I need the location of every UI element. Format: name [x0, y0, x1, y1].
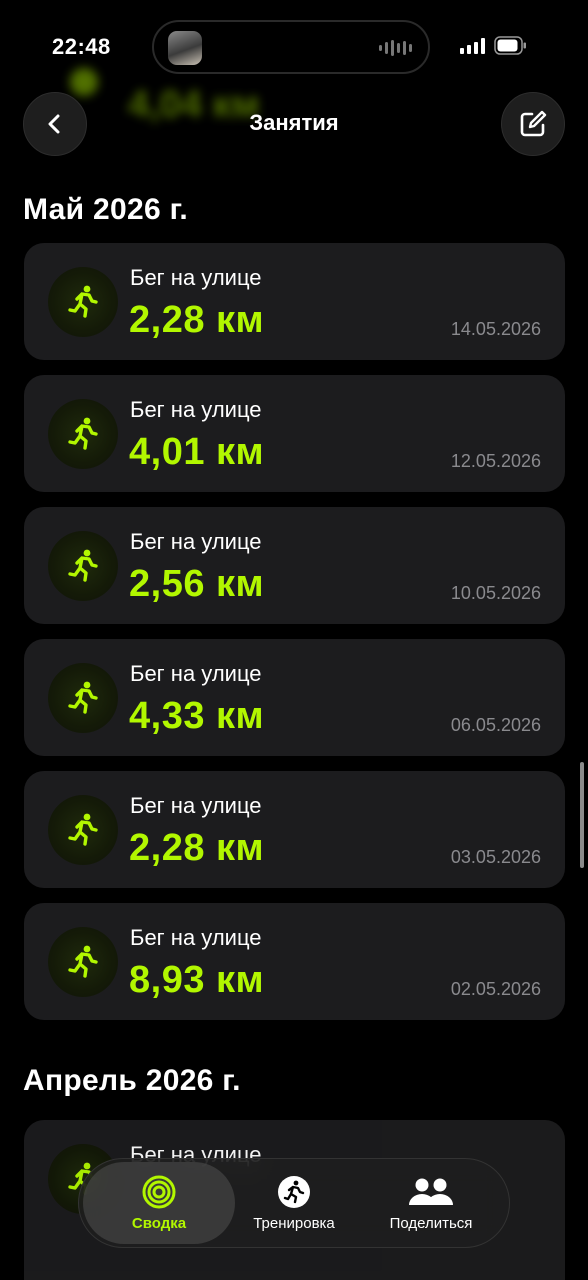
- audio-waveform-icon: [379, 40, 412, 56]
- activity-type: Бег на улице: [130, 661, 262, 686]
- tab-label: Поделиться: [389, 1214, 473, 1232]
- now-playing-artwork: [168, 31, 202, 65]
- activity-card[interactable]: Бег на улице 4,01 км 12.05.2026: [24, 375, 565, 492]
- cellular-signal-icon: [460, 38, 485, 54]
- running-figure-icon: [48, 795, 118, 865]
- activity-distance: 2,28 км: [129, 827, 265, 869]
- activity-card[interactable]: Бег на улице 2,28 км 03.05.2026: [24, 771, 565, 888]
- activity-distance: 8,93 км: [129, 959, 265, 1001]
- activity-date: 10.05.2026: [450, 583, 541, 603]
- activity-distance: 4,33 км: [129, 695, 265, 737]
- screen: 4,04 км 22:48 Занятия Май 2026 г. Бег на…: [0, 0, 588, 1280]
- running-figure-icon: [48, 267, 118, 337]
- tab-label: Тренировка: [253, 1214, 335, 1232]
- activity-distance: 2,56 км: [129, 563, 265, 605]
- running-figure-icon: [48, 531, 118, 601]
- section-title-april: Апрель 2026 г.: [23, 1064, 241, 1097]
- activity-date: 03.05.2026: [450, 847, 541, 867]
- activity-card[interactable]: Бег на улице 4,33 км 06.05.2026: [24, 639, 565, 756]
- tab-label: Сводка: [131, 1214, 187, 1232]
- dynamic-island[interactable]: [152, 20, 430, 74]
- running-figure-icon: [70, 68, 98, 96]
- scroll-indicator[interactable]: [580, 762, 584, 868]
- activity-type: Бег на улице: [130, 265, 262, 290]
- status-time: 22:48: [52, 34, 111, 59]
- activity-date: 12.05.2026: [450, 451, 541, 471]
- activity-type: Бег на улице: [130, 925, 262, 950]
- running-figure-icon: [48, 927, 118, 997]
- activity-type: Бег на улице: [130, 529, 262, 554]
- tab-bar: Сводка Тренировка Поделиться: [78, 1158, 510, 1248]
- tab-share[interactable]: Поделиться: [375, 1159, 487, 1247]
- activity-date: 02.05.2026: [450, 979, 541, 999]
- running-figure-icon: [278, 1175, 310, 1208]
- running-figure-icon: [48, 663, 118, 733]
- activity-distance: 2,28 км: [129, 299, 265, 341]
- activity-rings-icon: [142, 1175, 176, 1208]
- activity-card[interactable]: Бег на улице 2,56 км 10.05.2026: [24, 507, 565, 624]
- activity-card[interactable]: Бег на улице 2,28 км 14.05.2026: [24, 243, 565, 360]
- activity-type: Бег на улице: [130, 397, 262, 422]
- page-title: Занятия: [249, 110, 339, 135]
- running-figure-icon: [48, 399, 118, 469]
- activity-date: 14.05.2026: [450, 319, 541, 339]
- activity-card[interactable]: Бег на улице 8,93 км 02.05.2026: [24, 903, 565, 1020]
- people-icon: [409, 1178, 453, 1205]
- edit-button[interactable]: [501, 92, 565, 156]
- battery-icon: [494, 36, 526, 55]
- tab-summary[interactable]: Сводка: [83, 1162, 235, 1244]
- activity-date: 06.05.2026: [450, 715, 541, 735]
- compose-icon: [520, 110, 547, 137]
- activity-type: Бег на улице: [130, 793, 262, 818]
- tab-workout[interactable]: Тренировка: [239, 1159, 349, 1247]
- activity-distance: 4,01 км: [129, 431, 265, 473]
- section-title-may: Май 2026 г.: [23, 193, 189, 226]
